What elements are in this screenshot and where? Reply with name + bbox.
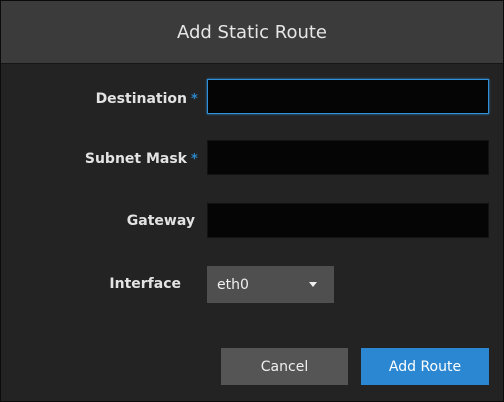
- cancel-button-label: Cancel: [260, 358, 309, 375]
- dialog-header: Add Static Route: [1, 1, 503, 64]
- cancel-button[interactable]: Cancel: [221, 348, 348, 385]
- interface-select[interactable]: eth0: [207, 266, 334, 303]
- add-route-button-label: Add Route: [388, 358, 462, 375]
- dialog-title: Add Static Route: [176, 21, 327, 43]
- add-static-route-dialog: Add Static Route Destination * Subnet Ma…: [0, 0, 504, 402]
- subnet-mask-input[interactable]: [207, 140, 489, 175]
- destination-required-marker: *: [191, 92, 198, 107]
- subnet-mask-label: Subnet Mask: [84, 151, 187, 167]
- interface-label: Interface: [109, 276, 181, 292]
- gateway-label: Gateway: [126, 213, 195, 229]
- destination-input[interactable]: [207, 79, 489, 114]
- gateway-input[interactable]: [207, 203, 489, 238]
- subnet-mask-required-marker: *: [191, 152, 198, 167]
- chevron-down-icon: [309, 282, 317, 287]
- add-route-button[interactable]: Add Route: [361, 348, 489, 385]
- destination-label: Destination: [95, 91, 187, 107]
- interface-selected-value: eth0: [217, 276, 249, 293]
